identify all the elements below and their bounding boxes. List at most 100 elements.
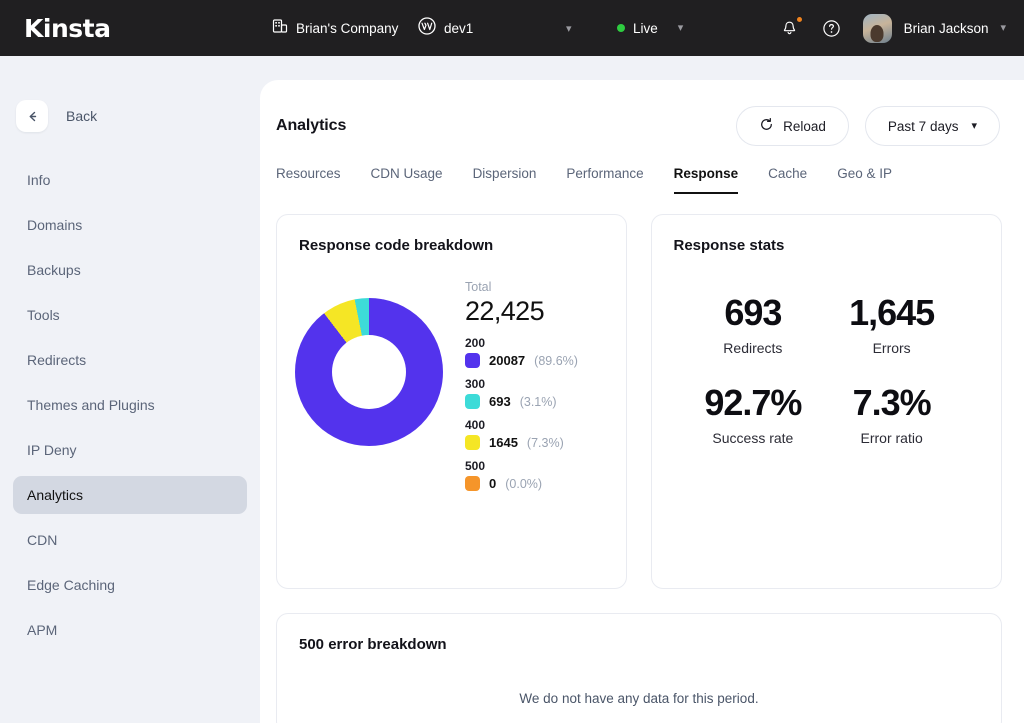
- sidebar-item-redirects[interactable]: Redirects: [13, 341, 247, 379]
- notification-badge: [795, 16, 803, 23]
- stat-label: Errors: [872, 340, 911, 356]
- user-name: Brian Jackson: [903, 20, 989, 36]
- user-menu[interactable]: Brian Jackson ▾: [862, 13, 1006, 43]
- date-range-selector[interactable]: Past 7 days ▾: [864, 106, 1000, 146]
- avatar: [862, 13, 892, 43]
- sidebar-item-analytics[interactable]: Analytics: [13, 476, 247, 514]
- legend-code-500: 500: [465, 459, 486, 473]
- tab-cache[interactable]: Cache: [768, 166, 807, 194]
- wordpress-icon: [418, 16, 436, 40]
- legend-row-200: 20087 (89.6%): [465, 353, 578, 368]
- sidebar-item-apm[interactable]: APM: [13, 611, 247, 649]
- environment-selector[interactable]: Live ▾: [617, 21, 683, 36]
- sidebar: Back Info Domains Backups Tools Redirect…: [0, 56, 260, 723]
- tab-geo-and-ip[interactable]: Geo & IP: [837, 166, 892, 194]
- stat-redirects: 693 Redirects: [684, 292, 823, 356]
- kinsta-logo[interactable]: Kinsta: [24, 14, 111, 43]
- legend-code-400: 400: [465, 418, 486, 432]
- stat-value: 92.7%: [704, 382, 802, 423]
- sidebar-item-label: CDN: [27, 532, 58, 548]
- analytics-tabs: Resources CDN Usage Dispersion Performan…: [260, 146, 1024, 194]
- empty-state-message: We do not have any data for this period.: [519, 691, 759, 706]
- tab-label: Performance: [566, 166, 644, 181]
- site-selector[interactable]: dev1: [418, 16, 473, 40]
- sidebar-item-label: Analytics: [27, 487, 84, 503]
- card-title: Response code breakdown: [299, 237, 494, 254]
- environment-chevron-down-icon[interactable]: ▾: [678, 22, 684, 34]
- donut-chart-area: Total 22,425 200 20087 (89.6%) 300 693 (…: [277, 254, 626, 491]
- tab-resources[interactable]: Resources: [276, 166, 341, 194]
- back-button[interactable]: Back: [0, 56, 260, 132]
- response-stats-card: Response stats 693 Redirects 1,645 Error…: [650, 214, 1002, 589]
- company-name: Brian's Company: [296, 20, 399, 36]
- arrow-left-icon[interactable]: [16, 100, 48, 132]
- sidebar-item-label: Backups: [27, 262, 81, 278]
- main-header: Analytics Reload Past 7 days ▾: [260, 80, 1024, 146]
- legend-percent-500: (0.0%): [505, 476, 543, 491]
- stat-value: 693: [724, 292, 782, 333]
- page-title: Analytics: [276, 117, 347, 134]
- sidebar-item-label: Edge Caching: [27, 577, 115, 593]
- tab-cdn-usage[interactable]: CDN Usage: [371, 166, 443, 194]
- stat-label: Redirects: [723, 340, 783, 356]
- legend-swatch-400: [465, 435, 480, 450]
- tab-response[interactable]: Response: [673, 166, 739, 194]
- app-root: Kinsta Brian's Company dev1 ▾ Live ▾ Bri…: [0, 0, 1024, 723]
- sidebar-item-label: Domains: [27, 217, 83, 233]
- legend-value-200: 20087: [489, 353, 526, 368]
- total-label: Total: [465, 280, 492, 294]
- sidebar-item-ip-deny[interactable]: IP Deny: [13, 431, 247, 469]
- stat-error-ratio: 7.3% Error ratio: [822, 382, 961, 446]
- sidebar-item-themes-and-plugins[interactable]: Themes and Plugins: [13, 386, 247, 424]
- sidebar-nav: Info Domains Backups Tools Redirects The…: [0, 161, 260, 649]
- legend-row-400: 1645 (7.3%): [465, 435, 578, 450]
- stat-errors: 1,645 Errors: [822, 292, 961, 356]
- sidebar-item-label: Redirects: [27, 352, 87, 368]
- sidebar-item-label: Themes and Plugins: [27, 397, 155, 413]
- tab-label: Cache: [768, 166, 808, 181]
- company-building-icon: [272, 18, 288, 39]
- main-content-panel: Analytics Reload Past 7 days ▾ Resources…: [260, 80, 1024, 723]
- stat-success-rate: 92.7% Success rate: [684, 382, 823, 446]
- back-label: Back: [66, 108, 98, 124]
- card-title: Response stats: [673, 237, 785, 254]
- sidebar-item-info[interactable]: Info: [13, 161, 247, 199]
- date-range-label: Past 7 days: [887, 118, 959, 134]
- tab-label: Dispersion: [472, 166, 537, 181]
- sidebar-item-domains[interactable]: Domains: [13, 206, 247, 244]
- sidebar-item-tools[interactable]: Tools: [13, 296, 247, 334]
- sidebar-item-edge-caching[interactable]: Edge Caching: [13, 566, 247, 604]
- response-code-breakdown-card: Response code breakdown Total 22,425 200…: [276, 214, 627, 589]
- site-chevron-down-icon[interactable]: ▾: [566, 19, 572, 37]
- legend-percent-400: (7.3%): [526, 435, 564, 450]
- help-circle-icon[interactable]: [821, 17, 843, 39]
- stat-label: Error ratio: [860, 430, 923, 446]
- sidebar-item-backups[interactable]: Backups: [13, 251, 247, 289]
- legend-value-300: 693: [489, 394, 511, 409]
- bell-icon[interactable]: [779, 16, 803, 39]
- legend-row-300: 693 (3.1%): [465, 394, 578, 409]
- topbar-right-group: Brian Jackson ▾: [779, 13, 1006, 43]
- sidebar-item-cdn[interactable]: CDN: [13, 521, 247, 559]
- tab-dispersion[interactable]: Dispersion: [473, 166, 537, 194]
- live-status-dot-icon: [617, 24, 625, 32]
- tab-label: Resources: [276, 166, 341, 181]
- legend-code-200: 200: [465, 336, 486, 350]
- response-code-donut-chart: [295, 298, 443, 446]
- company-selector[interactable]: Brian's Company: [272, 18, 398, 39]
- legend-swatch-500: [465, 476, 480, 491]
- user-chevron-down-icon[interactable]: ▾: [1000, 22, 1006, 34]
- environment-label: Live: [633, 20, 658, 36]
- reload-button[interactable]: Reload: [736, 106, 849, 146]
- stat-value: 7.3%: [852, 382, 932, 423]
- tab-label: CDN Usage: [370, 166, 443, 181]
- stats-grid: 693 Redirects 1,645 Errors 92.7% Success…: [652, 254, 1002, 446]
- error-breakdown-card: 500 error breakdown We do not have any d…: [276, 613, 1002, 723]
- legend-row-500: 0 (0.0%): [465, 476, 578, 491]
- tab-performance[interactable]: Performance: [566, 166, 643, 194]
- legend-percent-300: (3.1%): [519, 394, 557, 409]
- tab-label: Response: [673, 166, 739, 181]
- cards-row: Response code breakdown Total 22,425 200…: [260, 194, 1024, 589]
- tab-label: Geo & IP: [837, 166, 892, 181]
- sidebar-item-label: Info: [27, 172, 51, 188]
